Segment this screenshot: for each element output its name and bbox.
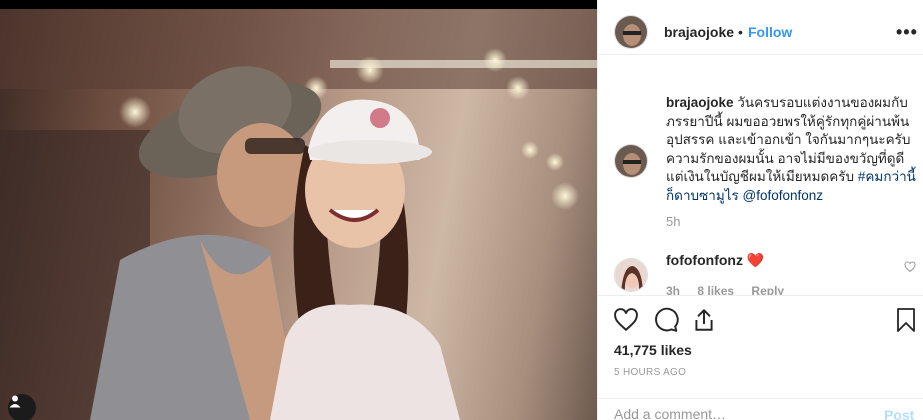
caption-mention[interactable]: @fofofonfonz: [743, 188, 824, 203]
author-avatar[interactable]: [614, 15, 648, 49]
comment-item: fofofonfonz ❤️ 3h 8 likes Reply: [614, 250, 923, 295]
comment-like-button[interactable]: [904, 260, 916, 276]
share-button[interactable]: [690, 306, 718, 334]
comment-text: fofofonfonz ❤️: [666, 252, 764, 269]
comment-likes[interactable]: 8 likes: [697, 284, 734, 295]
likes-count[interactable]: 41,775 likes: [614, 342, 692, 358]
post-photo[interactable]: [0, 0, 597, 420]
action-bar: [598, 295, 923, 345]
post-comment-button[interactable]: Post: [884, 407, 914, 420]
avatar-image: [615, 145, 647, 177]
bookmark-icon: [897, 308, 915, 332]
comment-meta: 3h 8 likes Reply: [666, 284, 798, 295]
comment-heart-emoji: ❤️: [746, 252, 765, 268]
caption-time[interactable]: 5h: [666, 214, 680, 229]
comment-button[interactable]: [652, 306, 680, 334]
photo-illustration: [0, 9, 597, 420]
share-upload-icon: [695, 309, 713, 331]
caption-avatar[interactable]: [614, 144, 648, 178]
small-heart-icon: [904, 261, 916, 273]
post-side-panel: brajaojoke • Follow ••• brajaojoke วันคร…: [597, 0, 923, 420]
comment-input[interactable]: [614, 406, 854, 420]
author-username[interactable]: brajaojoke: [664, 24, 734, 40]
comment-reply-button[interactable]: Reply: [751, 284, 784, 295]
comment-bubble-icon: [655, 307, 679, 332]
separator-dot: •: [738, 24, 743, 40]
comment-time[interactable]: 3h: [666, 284, 680, 295]
like-button[interactable]: [612, 306, 640, 334]
avatar-image: [615, 259, 647, 291]
user-tag-icon: [9, 395, 21, 408]
comment-username[interactable]: fofofonfonz: [666, 252, 743, 268]
user-tag-button[interactable]: [8, 394, 36, 420]
post-header: brajaojoke • Follow •••: [598, 9, 923, 55]
caption-text: brajaojoke วันครบรอบแต่งงานของผมกับภรรยา…: [666, 94, 918, 206]
follow-button[interactable]: Follow: [748, 24, 792, 40]
commenter-avatar[interactable]: [614, 258, 648, 292]
more-options-button[interactable]: •••: [896, 22, 918, 43]
avatar-image: [615, 16, 647, 48]
caption-username[interactable]: brajaojoke: [666, 95, 734, 110]
save-button[interactable]: [892, 306, 920, 334]
heart-outline-icon: [614, 308, 638, 332]
post-timestamp[interactable]: 5 hours ago: [614, 367, 686, 378]
add-comment-bar: Post: [598, 398, 923, 420]
